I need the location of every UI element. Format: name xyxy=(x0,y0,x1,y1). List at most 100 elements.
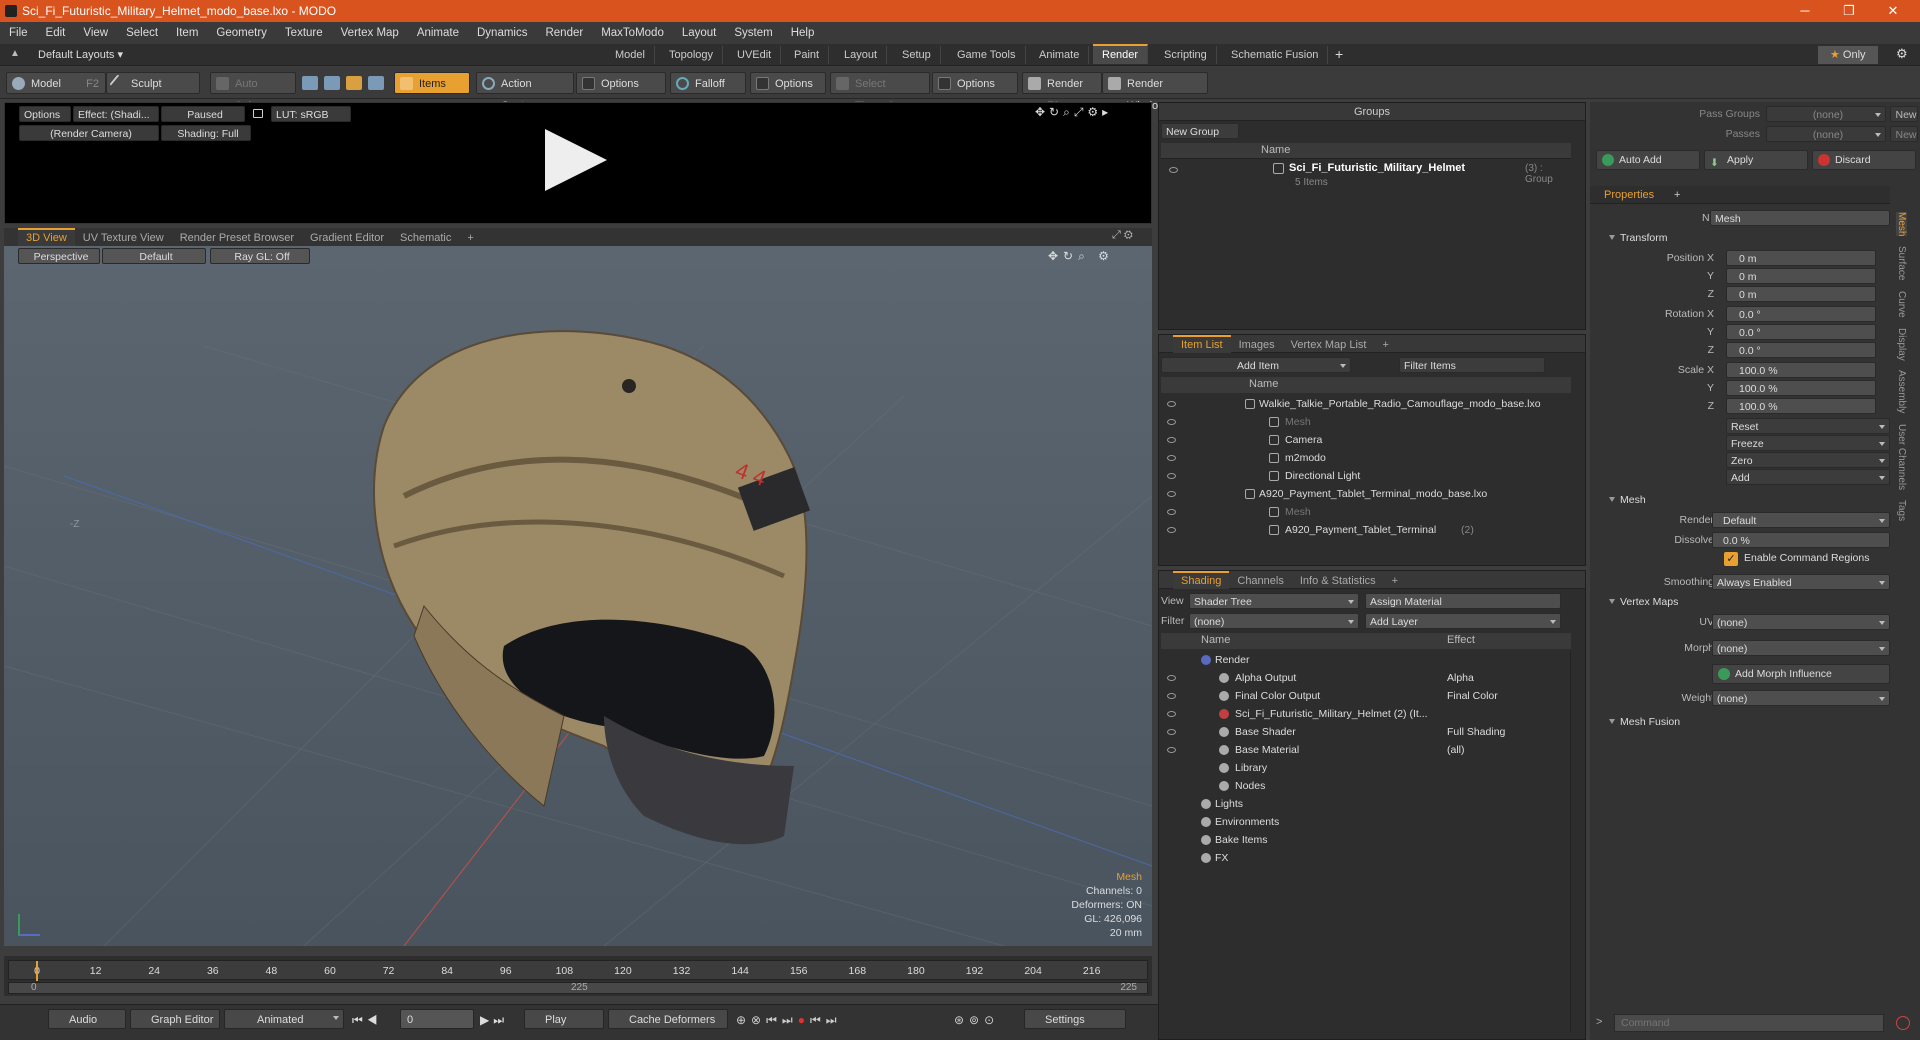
auto-add-button[interactable]: Auto Add xyxy=(1596,150,1700,170)
shader-tree-row[interactable]: Environments xyxy=(1161,813,1571,831)
tab-channels[interactable]: Channels xyxy=(1229,572,1291,590)
shader-tree-row[interactable]: Alpha Output Alpha xyxy=(1161,669,1571,687)
3d-viewport[interactable]: Perspective Default Ray GL: Off ✥↻⌕ ⚙ 4 … xyxy=(4,246,1152,946)
item-list-row[interactable]: Directional Light xyxy=(1161,467,1571,485)
scale-y-input[interactable]: 100.0 % xyxy=(1726,380,1876,396)
menu-render[interactable]: Render xyxy=(536,27,592,39)
render-window-button[interactable]: Render Window xyxy=(1102,72,1208,112)
tab-model[interactable]: Model xyxy=(606,46,655,64)
menu-dynamics[interactable]: Dynamics xyxy=(468,27,536,39)
key-extra-icons[interactable]: ⊛⊚⊙ xyxy=(954,1013,999,1027)
layouts-dropdown[interactable]: Default Layouts ▾ xyxy=(38,48,123,61)
play-preview-icon[interactable] xyxy=(545,129,607,191)
menu-layout[interactable]: Layout xyxy=(673,27,726,39)
shading-dropdown[interactable]: Shading: Full xyxy=(161,125,251,141)
zero-dropdown[interactable]: Zero xyxy=(1726,452,1890,468)
side-tab-surface[interactable]: Surface xyxy=(1896,246,1907,280)
menu-geometry[interactable]: Geometry xyxy=(207,27,276,39)
shader-tree-row[interactable]: Library xyxy=(1161,759,1571,777)
menu-texture[interactable]: Texture xyxy=(276,27,332,39)
rotation-y-input[interactable]: 0.0 ° xyxy=(1726,324,1876,340)
render-dropdown[interactable]: Default xyxy=(1712,512,1890,528)
pass-groups-dropdown[interactable]: (none) xyxy=(1766,106,1886,122)
side-tab-assembly[interactable]: Assembly xyxy=(1896,370,1907,413)
transform-section[interactable]: Transform xyxy=(1604,230,1667,246)
add-morph-button[interactable]: Add Morph Influence xyxy=(1712,664,1890,684)
timeline-ruler[interactable]: 0122436486072849610812013214415616818019… xyxy=(8,960,1148,981)
render-camera-dropdown[interactable]: (Render Camera) xyxy=(19,125,159,141)
passes-new-button[interactable]: New xyxy=(1890,126,1918,142)
command-history-icon[interactable] xyxy=(1896,1016,1910,1030)
tab-properties[interactable]: Properties xyxy=(1604,186,1654,204)
item-list-row[interactable]: Mesh xyxy=(1161,503,1571,521)
visibility-eye-icon[interactable] xyxy=(1167,527,1176,533)
sculpt-button[interactable]: Sculpt xyxy=(106,72,200,94)
tab-paint[interactable]: Paint xyxy=(785,46,830,64)
item-list-row[interactable]: Mesh xyxy=(1161,413,1571,431)
command-input[interactable] xyxy=(1614,1014,1884,1032)
apply-button[interactable]: ⬇ Apply xyxy=(1704,150,1808,170)
visibility-eye-icon[interactable] xyxy=(1167,747,1176,753)
audio-button[interactable]: Audio xyxy=(48,1009,126,1029)
visibility-eye-icon[interactable] xyxy=(1167,675,1176,681)
position-x-input[interactable]: 0 m xyxy=(1726,250,1876,266)
tab-uv-texture-view[interactable]: UV Texture View xyxy=(75,229,172,247)
transport-prev-icons[interactable]: ⏮◀ xyxy=(352,1013,382,1028)
options-button-2[interactable]: Options xyxy=(750,72,826,94)
timeline-range[interactable]: 0 225 225 xyxy=(8,982,1148,994)
position-z-input[interactable]: 0 m xyxy=(1726,286,1876,302)
filter-items-input[interactable]: Filter Items xyxy=(1399,357,1545,373)
tab-schematic[interactable]: Schematic xyxy=(392,229,459,247)
view-dropdown[interactable]: Shader Tree xyxy=(1189,593,1359,609)
record-icon[interactable]: ● xyxy=(798,1013,810,1027)
shader-tree-row[interactable]: Render xyxy=(1161,651,1571,669)
vertices-mode-icon[interactable] xyxy=(302,76,318,90)
name-input[interactable]: Mesh xyxy=(1710,210,1890,226)
render-button[interactable]: Render F9 xyxy=(1022,72,1102,112)
only-button[interactable]: ★ Only xyxy=(1818,46,1878,64)
add-shading-tab-icon[interactable]: + xyxy=(1384,572,1406,590)
shader-item-effect[interactable]: Alpha xyxy=(1447,669,1474,687)
shader-tree-row[interactable]: Lights xyxy=(1161,795,1571,813)
tab-3d-view[interactable]: 3D View xyxy=(18,228,75,246)
position-y-input[interactable]: 0 m xyxy=(1726,268,1876,284)
edges-mode-icon[interactable] xyxy=(324,76,340,90)
item-list-row[interactable]: Walkie_Talkie_Portable_Radio_Camouflage_… xyxy=(1161,395,1571,413)
layout-gear-icon[interactable]: ⚙ xyxy=(1896,46,1908,62)
menu-animate[interactable]: Animate xyxy=(408,27,468,39)
select-through-button[interactable]: Select Through xyxy=(830,72,930,112)
add-layer-dropdown[interactable]: Add Layer xyxy=(1365,613,1561,629)
scale-z-input[interactable]: 100.0 % xyxy=(1726,398,1876,414)
shader-tree-row[interactable]: Nodes xyxy=(1161,777,1571,795)
preview-options-button[interactable]: Options xyxy=(19,106,71,122)
menu-file[interactable]: File xyxy=(0,27,37,39)
polygons-mode-icon[interactable] xyxy=(346,76,362,90)
side-tab-user-channels[interactable]: User Channels xyxy=(1896,424,1907,490)
play-button[interactable]: Play xyxy=(524,1009,604,1029)
lock-icon[interactable] xyxy=(253,109,263,118)
auto-select-button[interactable]: Auto Select xyxy=(210,72,296,112)
freeze-dropdown[interactable]: Freeze xyxy=(1726,435,1890,451)
shader-tree-row[interactable]: FX xyxy=(1161,849,1571,867)
materials-mode-icon[interactable] xyxy=(368,76,384,90)
visibility-eye-icon[interactable] xyxy=(1167,729,1176,735)
animated-dropdown[interactable]: Animated xyxy=(224,1009,344,1029)
visibility-eye-icon[interactable] xyxy=(1167,401,1176,407)
item-list-row[interactable]: A920_Payment_Tablet_Terminal_modo_base.l… xyxy=(1161,485,1571,503)
item-list-row[interactable]: m2modo xyxy=(1161,449,1571,467)
mesh-fusion-section[interactable]: Mesh Fusion xyxy=(1604,714,1680,730)
visibility-eye-icon[interactable] xyxy=(1167,473,1176,479)
options-button-3[interactable]: Options xyxy=(932,72,1018,94)
weight-dropdown[interactable]: (none) xyxy=(1712,690,1890,706)
restore-button[interactable]: ❐ xyxy=(1827,0,1871,22)
lut-dropdown[interactable]: LUT: sRGB xyxy=(271,106,351,122)
tab-uvedit[interactable]: UVEdit xyxy=(728,46,782,64)
menu-edit[interactable]: Edit xyxy=(37,27,75,39)
tab-images[interactable]: Images xyxy=(1231,336,1283,354)
tab-render-preset-browser[interactable]: Render Preset Browser xyxy=(172,229,302,247)
item-list-row[interactable]: A920_Payment_Tablet_Terminal (2) xyxy=(1161,521,1571,539)
tab-animate[interactable]: Animate xyxy=(1030,46,1090,64)
add-viewport-tab-icon[interactable]: + xyxy=(459,229,481,247)
shader-tree-row[interactable]: Base Shader Full Shading xyxy=(1161,723,1571,741)
menu-maxtomodo[interactable]: MaxToModo xyxy=(592,27,673,39)
